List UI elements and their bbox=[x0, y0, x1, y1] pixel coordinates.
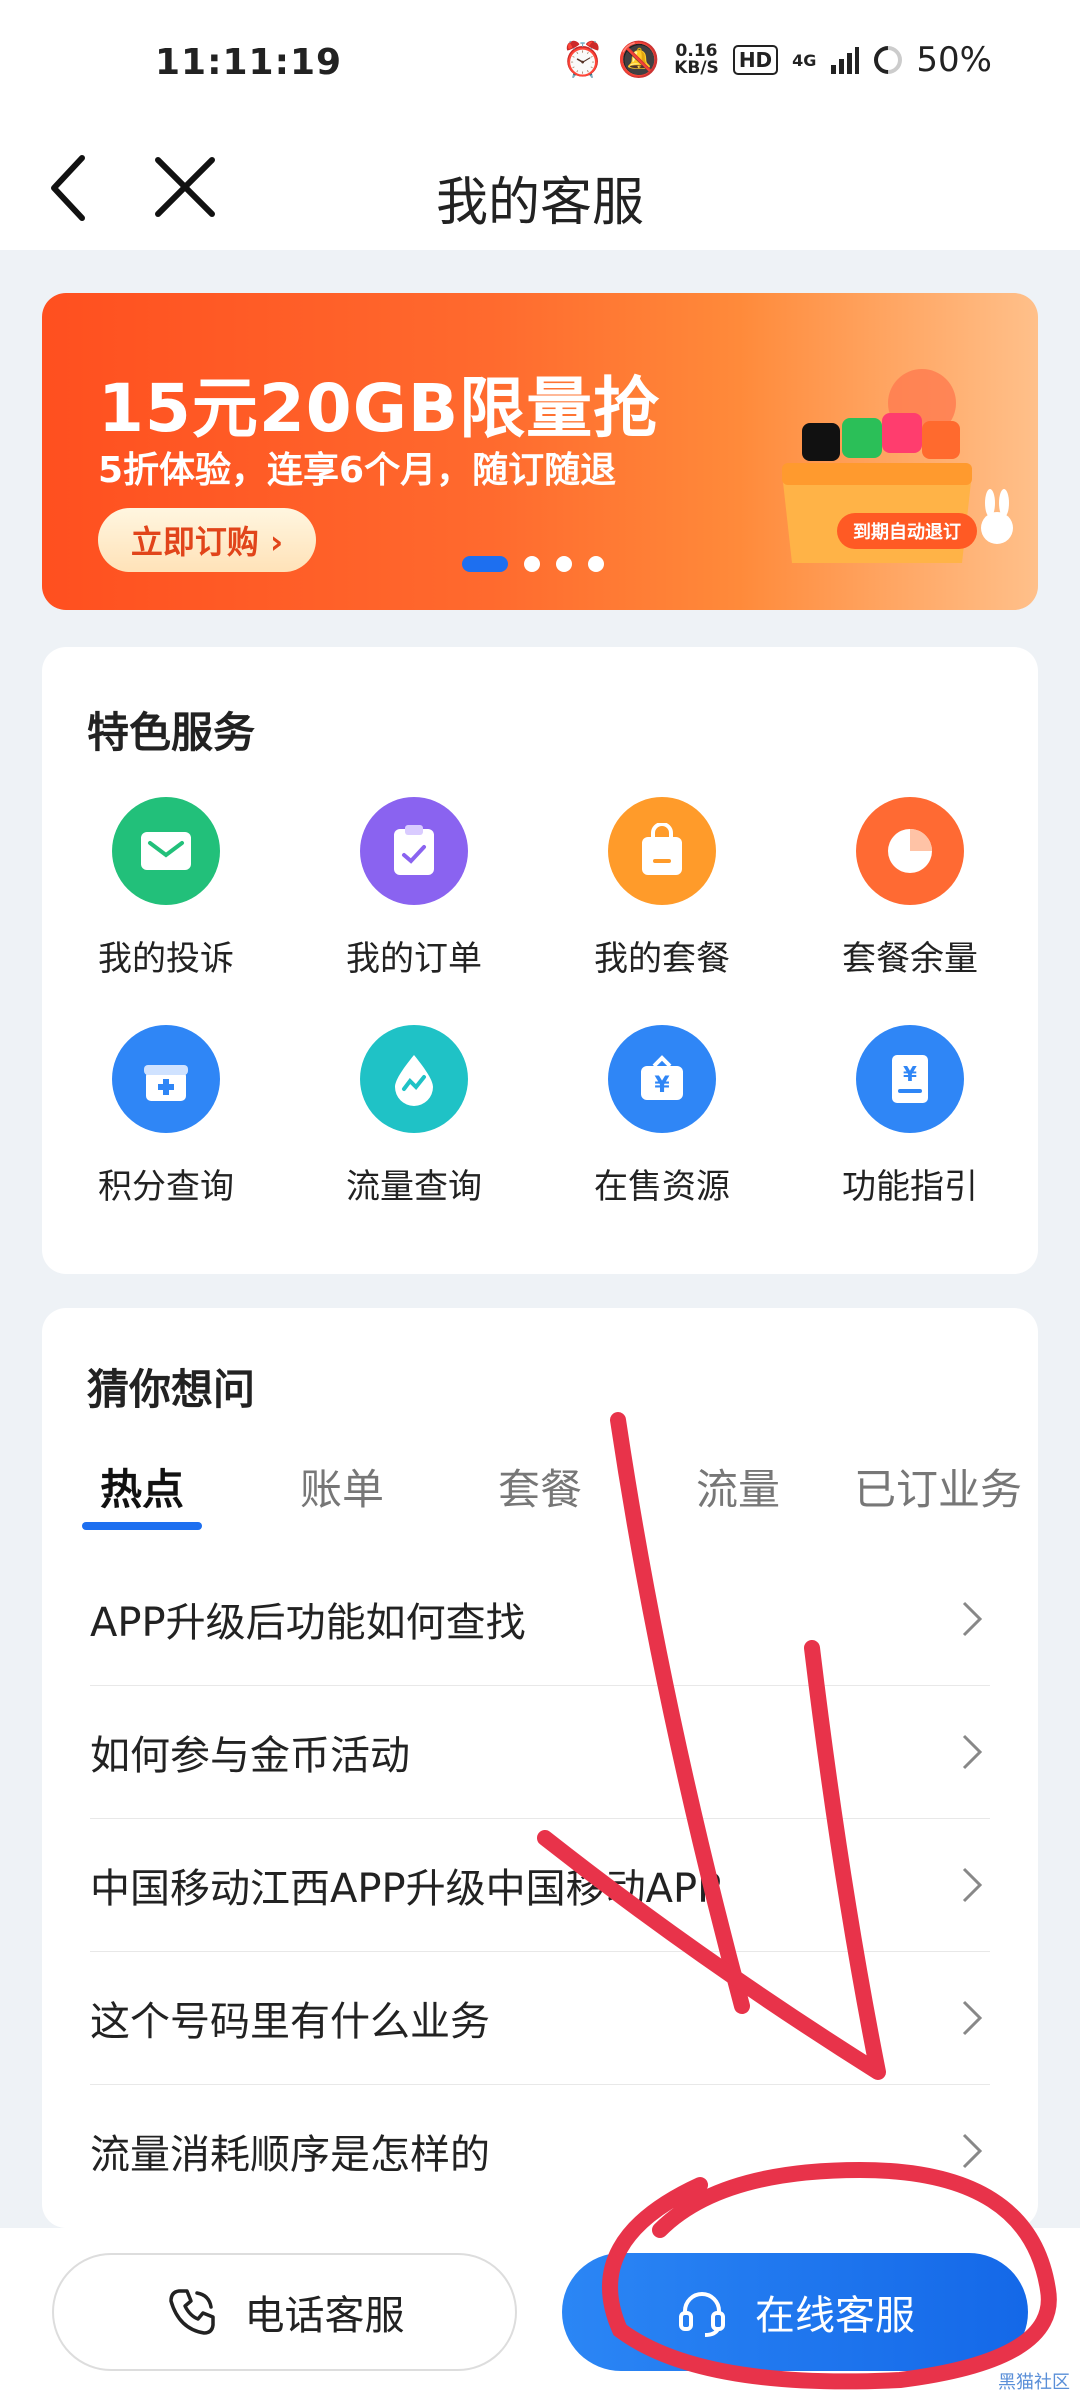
service-my-order[interactable]: 我的订单 bbox=[290, 797, 538, 980]
signal-icon bbox=[831, 47, 860, 74]
service-my-package[interactable]: 我的套餐 bbox=[538, 797, 786, 980]
gift-label: 到期自动退订 bbox=[853, 521, 961, 543]
tab-indicator bbox=[82, 1522, 202, 1530]
list-item[interactable]: APP升级后功能如何查找 bbox=[90, 1553, 990, 1686]
special-services-card: 特色服务 我的投诉 我的订单 我的套餐 套餐余量 积分查询 流量查询 ¥ 在售资… bbox=[42, 647, 1038, 1274]
carousel-dot bbox=[524, 556, 540, 572]
chevron-right-icon bbox=[962, 1734, 983, 1770]
banner-subtitle: 5折体验，连享6个月，随订随退 bbox=[98, 450, 617, 491]
guide-book-icon: ¥ bbox=[856, 1025, 964, 1133]
watermark: 黑猫社区 bbox=[998, 2372, 1070, 2393]
battery-percent: 50% bbox=[916, 40, 992, 80]
svg-text:¥: ¥ bbox=[903, 1062, 917, 1086]
faq-tabs: 热点 账单 套餐 流量 已订业务 bbox=[42, 1456, 1038, 1536]
list-item[interactable]: 流量消耗顺序是怎样的 bbox=[90, 2085, 990, 2217]
tab-hot[interactable]: 热点 bbox=[100, 1456, 184, 1517]
faq-list: APP升级后功能如何查找 如何参与金币活动 中国移动江西APP升级中国移动APP… bbox=[90, 1553, 990, 2217]
bag-icon bbox=[608, 797, 716, 905]
carousel-dot bbox=[556, 556, 572, 572]
tab-package[interactable]: 套餐 bbox=[498, 1456, 582, 1517]
section-title: 猜你想问 bbox=[87, 1365, 256, 1414]
gift-box-illustration: 到期自动退订 bbox=[782, 369, 1013, 563]
svg-text:¥: ¥ bbox=[654, 1073, 670, 1098]
online-service-button[interactable]: 在线客服 bbox=[562, 2253, 1028, 2371]
service-my-complaint[interactable]: 我的投诉 bbox=[42, 797, 290, 980]
nav-bar: 我的客服 bbox=[0, 130, 1080, 250]
service-resources-on-sale[interactable]: ¥ 在售资源 bbox=[538, 1025, 786, 1208]
netspeed: 0.16 KB/S bbox=[674, 41, 719, 78]
droplet-icon bbox=[360, 1025, 468, 1133]
tab-subscribed[interactable]: 已订业务 bbox=[854, 1456, 1022, 1517]
chevron-right-icon bbox=[962, 1601, 983, 1637]
hd-icon: HD bbox=[732, 45, 779, 75]
pie-chart-icon bbox=[856, 797, 964, 905]
service-points-query[interactable]: 积分查询 bbox=[42, 1025, 290, 1208]
list-item[interactable]: 如何参与金币活动 bbox=[90, 1686, 990, 1819]
section-title: 特色服务 bbox=[87, 708, 256, 757]
subscribe-button[interactable]: 立即订购 › bbox=[98, 508, 316, 572]
carousel-dot bbox=[462, 556, 508, 572]
chevron-right-icon bbox=[962, 2000, 983, 2036]
headset-icon bbox=[679, 2292, 725, 2337]
list-item[interactable]: 中国移动江西APP升级中国移动APP bbox=[90, 1819, 990, 1952]
service-package-balance[interactable]: 套餐余量 bbox=[786, 797, 1034, 980]
list-item[interactable]: 这个号码里有什么业务 bbox=[90, 1952, 990, 2085]
carousel-dots bbox=[462, 556, 604, 572]
gift-box-icon bbox=[112, 1025, 220, 1133]
status-bar: 11:11:19 ⏰ 🔕 0.16 KB/S HD 4G 50% bbox=[0, 0, 1080, 130]
status-icons: ⏰ 🔕 0.16 KB/S HD 4G 50% bbox=[562, 40, 992, 80]
tab-data[interactable]: 流量 bbox=[696, 1456, 780, 1517]
banner-title: 15元20GB限量抢 bbox=[98, 370, 661, 447]
bottom-bar: 电话客服 在线客服 黑猫社区 bbox=[0, 2228, 1080, 2400]
phone-service-button[interactable]: 电话客服 bbox=[52, 2253, 517, 2371]
mute-bell-icon: 🔕 bbox=[617, 40, 661, 80]
chevron-right-icon bbox=[962, 2133, 983, 2169]
network-type: 4G bbox=[792, 50, 817, 70]
faq-card: 猜你想问 热点 账单 套餐 流量 已订业务 APP升级后功能如何查找 如何参与金… bbox=[42, 1308, 1038, 2228]
service-feature-guide[interactable]: ¥ 功能指引 bbox=[786, 1025, 1034, 1208]
mail-icon bbox=[112, 797, 220, 905]
yen-sign-icon: ¥ bbox=[608, 1025, 716, 1133]
promo-banner[interactable]: 15元20GB限量抢 5折体验，连享6个月，随订随退 立即订购 › 到期自动退订 bbox=[42, 293, 1038, 610]
service-data-query[interactable]: 流量查询 bbox=[290, 1025, 538, 1208]
battery-icon bbox=[868, 40, 909, 80]
page-title: 我的客服 bbox=[435, 173, 644, 233]
tab-bill[interactable]: 账单 bbox=[300, 1456, 384, 1517]
phone-icon bbox=[168, 2289, 215, 2335]
alarm-icon: ⏰ bbox=[561, 40, 604, 80]
chevron-right-icon bbox=[962, 1867, 983, 1903]
status-time: 11:11:19 bbox=[155, 42, 343, 83]
clipboard-check-icon bbox=[360, 797, 468, 905]
carousel-dot bbox=[588, 556, 604, 572]
